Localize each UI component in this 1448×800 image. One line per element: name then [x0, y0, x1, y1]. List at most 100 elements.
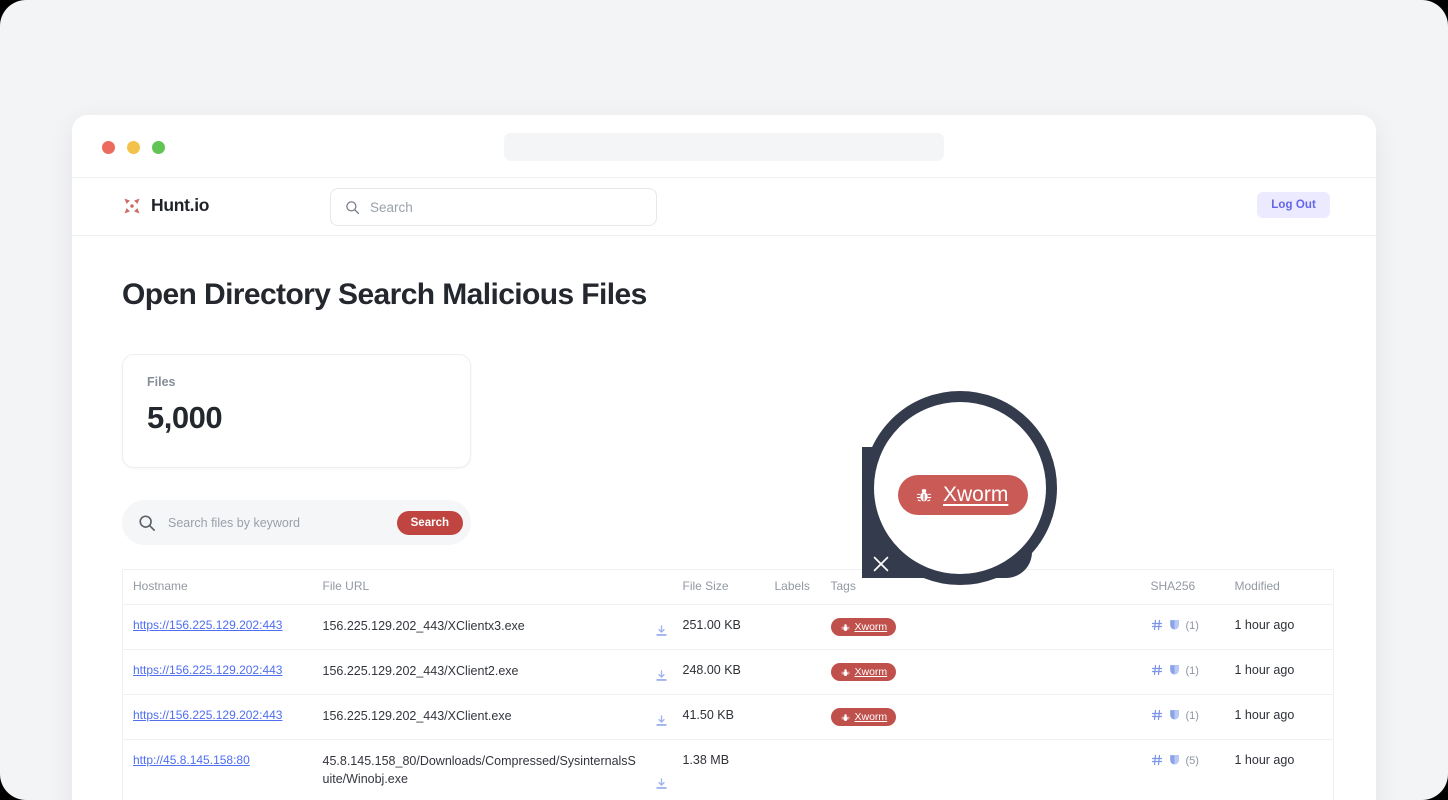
table-header-row: Hostname File URL File Size Labels Tags … — [122, 569, 1334, 605]
page-content: Open Directory Search Malicious Files Fi… — [72, 236, 1376, 800]
file-url-text: 156.225.129.202_443/XClient2.exe — [322, 664, 519, 678]
sha-count: (1) — [1185, 665, 1199, 677]
cell-file-url: 156.225.129.202_443/XClient.exe — [312, 694, 673, 740]
cell-sha256: (1) — [1140, 649, 1225, 695]
table-row: http://45.8.145.158:80 45.8.145.158_80/Do… — [122, 739, 1334, 800]
tag-pill[interactable]: Xworm — [830, 618, 897, 636]
table-row: https://156.225.129.202:443 156.225.129.2… — [122, 604, 1334, 650]
hostname-link[interactable]: http://45.8.145.158:80 — [133, 753, 250, 767]
cell-tags: Xworm — [820, 694, 1141, 740]
hostname-link[interactable]: https://156.225.129.202:443 — [133, 618, 282, 632]
cell-file-size: 41.50 KB — [672, 694, 765, 740]
table-row: https://156.225.129.202:443 156.225.129.2… — [122, 649, 1334, 695]
virustotal-icon[interactable] — [1168, 618, 1181, 631]
files-table: Hostname File URL File Size Labels Tags … — [122, 569, 1334, 800]
cell-modified: 1 hour ago — [1224, 649, 1334, 695]
tag-pill[interactable]: Xworm — [830, 663, 897, 681]
column-header-tags[interactable]: Tags — [820, 569, 1141, 605]
window-minimize-button[interactable] — [127, 141, 140, 154]
browser-chrome-bar — [72, 115, 1376, 178]
file-url-text: 156.225.129.202_443/XClientx3.exe — [322, 619, 525, 633]
files-stat-card: Files 5,000 — [122, 354, 471, 468]
files-table-wrapper: Hostname File URL File Size Labels Tags … — [122, 569, 1334, 800]
tag-label: Xworm — [854, 621, 888, 633]
page-canvas: Hunt.io Search Log Out Open Directory Se… — [0, 0, 1448, 800]
sha-count: (5) — [1185, 755, 1199, 767]
files-table-head: Hostname File URL File Size Labels Tags … — [122, 569, 1334, 605]
files-stat-value: 5,000 — [147, 400, 223, 435]
virustotal-icon[interactable] — [1168, 708, 1181, 721]
table-row: https://156.225.129.202:443 156.225.129.2… — [122, 694, 1334, 740]
bug-icon — [841, 668, 849, 676]
close-icon[interactable] — [870, 553, 892, 575]
download-icon[interactable] — [654, 777, 669, 792]
column-header-sha256[interactable]: SHA256 — [1140, 569, 1225, 605]
brand-name: Hunt.io — [151, 195, 210, 215]
cell-file-size: 251.00 KB — [672, 604, 765, 650]
cell-modified: 1 hour ago — [1224, 739, 1334, 800]
download-icon[interactable] — [654, 669, 669, 684]
file-url-text: 156.225.129.202_443/XClient.exe — [322, 709, 512, 723]
cell-labels — [764, 604, 821, 650]
cell-sha256: (5) — [1140, 739, 1225, 800]
cell-hostname: https://156.225.129.202:443 — [122, 649, 313, 695]
logout-button[interactable]: Log Out — [1257, 192, 1330, 218]
column-header-file-size[interactable]: File Size — [672, 569, 765, 605]
bug-icon — [841, 623, 849, 631]
tag-label: Xworm — [854, 666, 888, 678]
files-stat-label: Files — [147, 375, 176, 389]
brand-logo[interactable]: Hunt.io — [122, 195, 209, 216]
cell-labels — [764, 649, 821, 695]
hostname-link[interactable]: https://156.225.129.202:443 — [133, 663, 282, 677]
files-table-body: https://156.225.129.202:443 156.225.129.2… — [122, 604, 1334, 800]
browser-url-bar[interactable] — [504, 133, 944, 161]
cell-sha256: (1) — [1140, 694, 1225, 740]
cell-file-size: 248.00 KB — [672, 649, 765, 695]
download-icon[interactable] — [654, 714, 669, 729]
hunt-logo-icon — [124, 198, 140, 213]
hostname-link[interactable]: https://156.225.129.202:443 — [133, 708, 282, 722]
cell-file-size: 1.38 MB — [672, 739, 765, 800]
tag-label: Xworm — [854, 711, 888, 723]
page-title: Open Directory Search Malicious Files — [122, 278, 647, 311]
tag-pill[interactable]: Xworm — [830, 708, 897, 726]
cell-modified: 1 hour ago — [1224, 694, 1334, 740]
cell-file-url: 156.225.129.202_443/XClient2.exe — [312, 649, 673, 695]
cell-hostname: https://156.225.129.202:443 — [122, 694, 313, 740]
hash-icon[interactable] — [1151, 754, 1163, 766]
bug-icon — [841, 713, 849, 721]
cell-file-url: 45.8.145.158_80/Downloads/Compressed/Sys… — [312, 739, 673, 800]
cell-tags: Xworm — [820, 604, 1141, 650]
window-maximize-button[interactable] — [152, 141, 165, 154]
cell-sha256: (1) — [1140, 604, 1225, 650]
cell-hostname: http://45.8.145.158:80 — [122, 739, 313, 800]
file-url-text: 45.8.145.158_80/Downloads/Compressed/Sys… — [322, 754, 636, 786]
virustotal-icon[interactable] — [1168, 663, 1181, 676]
sha-count: (1) — [1185, 710, 1199, 722]
cell-tags: Xworm — [820, 649, 1141, 695]
file-search-button[interactable]: Search — [396, 510, 463, 535]
cell-hostname: https://156.225.129.202:443 — [122, 604, 313, 650]
cell-labels — [764, 739, 821, 800]
column-header-labels[interactable]: Labels — [764, 569, 821, 605]
file-search-bar[interactable]: Search files by keyword Search — [122, 500, 471, 545]
download-icon[interactable] — [654, 624, 669, 639]
app-header: Hunt.io Search Log Out — [72, 178, 1376, 236]
virustotal-icon[interactable] — [1168, 753, 1181, 766]
cell-labels — [764, 694, 821, 740]
cell-modified: 1 hour ago — [1224, 604, 1334, 650]
search-icon — [346, 200, 360, 214]
global-search-placeholder: Search — [370, 199, 413, 215]
column-header-modified[interactable]: Modified — [1224, 569, 1334, 605]
column-header-file-url[interactable]: File URL — [312, 569, 673, 605]
hash-icon[interactable] — [1151, 664, 1163, 676]
cell-file-url: 156.225.129.202_443/XClientx3.exe — [312, 604, 673, 650]
cell-tags — [820, 739, 1141, 800]
window-close-button[interactable] — [102, 141, 115, 154]
hash-icon[interactable] — [1151, 709, 1163, 721]
column-header-hostname[interactable]: Hostname — [122, 569, 313, 605]
file-search-placeholder: Search files by keyword — [168, 515, 301, 530]
hash-icon[interactable] — [1151, 619, 1163, 631]
global-search-input[interactable]: Search — [330, 188, 657, 226]
sha-count: (1) — [1185, 620, 1199, 632]
